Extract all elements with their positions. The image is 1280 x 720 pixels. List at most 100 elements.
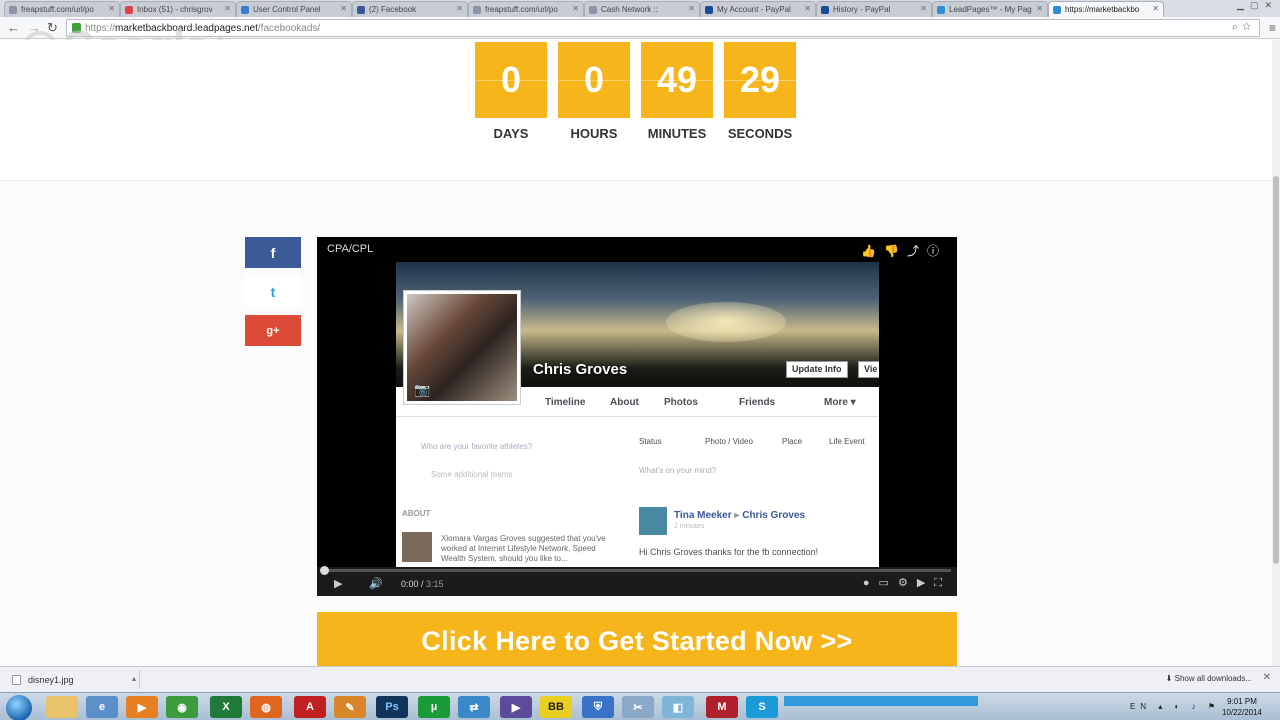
close-tab-icon[interactable]: ✕ xyxy=(1036,4,1043,13)
tools-icon[interactable]: ✂ xyxy=(622,696,654,718)
best-buy-icon[interactable]: BB xyxy=(540,696,572,718)
back-arrow-icon[interactable]: ← xyxy=(7,20,20,36)
scrollbar-thumb[interactable] xyxy=(1273,176,1279,564)
play-icon[interactable]: ▶ xyxy=(334,577,342,590)
tab-label: User Control Panel xyxy=(253,5,321,14)
firefox-icon[interactable]: ◍ xyxy=(250,696,282,718)
browser-tab[interactable]: My Account - PayPal ✕ xyxy=(700,1,816,17)
cover-sun-glow xyxy=(666,302,786,342)
video-progress-bar[interactable] xyxy=(320,566,951,575)
countdown-timer: 0 DAYS 0 HOURS 49 MINUTES 29 SECONDS xyxy=(475,42,797,142)
media-player-icon[interactable]: ▶ xyxy=(126,696,158,718)
leadpages-icon xyxy=(1053,6,1061,14)
settings-gear-icon[interactable]: ⚙ xyxy=(898,577,917,589)
close-tab-icon[interactable]: ✕ xyxy=(108,4,115,13)
tab-label: Inbox (51) - chrisgrov xyxy=(137,5,213,14)
skype-icon[interactable]: S xyxy=(746,696,778,718)
folder-icon[interactable] xyxy=(46,696,78,718)
hamburger-menu-icon[interactable]: ≡ xyxy=(1269,21,1276,35)
thumbs-down-icon[interactable]: 👎 xyxy=(884,244,907,258)
paint-icon[interactable]: ✎ xyxy=(334,696,366,718)
acrobat-icon[interactable]: A xyxy=(294,696,326,718)
chevron-up-icon[interactable]: ▴ xyxy=(132,674,136,683)
browser-tab-active[interactable]: https://marketbackbo ✕ xyxy=(1048,1,1164,17)
close-tab-icon[interactable]: ✕ xyxy=(224,4,231,13)
window-controls[interactable]: ▁▢✕ xyxy=(1237,0,1278,11)
utorrent-icon[interactable]: µ xyxy=(418,696,450,718)
progress-scrubber[interactable] xyxy=(320,566,329,575)
countdown-minutes-label: MINUTES xyxy=(647,126,707,141)
system-clock[interactable]: 9:01 PM 10/22/2014 xyxy=(1222,696,1262,718)
volume-icon[interactable]: 🔊 xyxy=(369,577,383,590)
address-bar[interactable]: https://marketbackboard.leadpages.net/fa… xyxy=(66,19,1260,37)
close-tab-icon[interactable]: ✕ xyxy=(456,4,463,13)
info-icon[interactable]: ⓘ xyxy=(927,244,947,258)
nav-more: More ▾ xyxy=(824,397,856,408)
post-target: Chris Groves xyxy=(742,510,806,521)
post-author: Tina Meeker xyxy=(674,510,732,521)
countdown-seconds-label: SECONDS xyxy=(727,126,793,141)
twitter-share-button[interactable]: t xyxy=(245,276,301,307)
download-bar: disney1.jpg ▴ ⬇ Show all downloads... ✕ xyxy=(0,666,1280,692)
annotations-icon[interactable]: ● xyxy=(863,577,879,589)
twitter-icon: t xyxy=(270,283,276,300)
browser-tab[interactable]: freapstuff.com/url/po ✕ xyxy=(468,1,584,17)
get-started-button[interactable]: Click Here to Get Started Now >> xyxy=(317,612,957,666)
close-tab-icon[interactable]: ✕ xyxy=(804,4,811,13)
omnibox-icons: ⌕☆ xyxy=(1232,21,1255,34)
browser-tab[interactable]: Cash Network :: ✕ xyxy=(584,1,700,17)
close-tab-icon[interactable]: ✕ xyxy=(688,4,695,13)
close-tab-icon[interactable]: ✕ xyxy=(340,4,347,13)
language-indicator[interactable]: EN xyxy=(1130,702,1151,711)
tab-label: freapstuff.com/url/po xyxy=(485,5,558,14)
tab-label: https://marketbackbo xyxy=(1065,5,1140,14)
browser-tab[interactable]: Inbox (51) - chrisgrov ✕ xyxy=(120,1,236,17)
close-download-bar-icon[interactable]: ✕ xyxy=(1263,672,1271,683)
video-right-controls: ●▭⚙▶⛶ xyxy=(863,576,951,590)
close-tab-icon[interactable]: ✕ xyxy=(1152,4,1159,13)
nav-friends: Friends xyxy=(739,397,776,408)
fullscreen-icon[interactable]: ⛶ xyxy=(934,577,951,589)
app-icon[interactable]: ◧ xyxy=(662,696,694,718)
browser-tab[interactable]: (2) Facebook ✕ xyxy=(352,1,468,17)
photoshop-icon[interactable]: Ps xyxy=(376,696,408,718)
action-photo-video: Photo / Video xyxy=(705,437,753,446)
about-heading: ABOUT xyxy=(402,509,431,518)
visual-studio-icon[interactable]: ▶ xyxy=(500,696,532,718)
thumbs-up-icon[interactable]: 👍 xyxy=(861,244,884,258)
browser-tab[interactable]: freapstuff.com/url/po ✕ xyxy=(4,1,120,17)
show-all-downloads-link[interactable]: ⬇ Show all downloads... xyxy=(1166,674,1252,683)
start-button[interactable] xyxy=(6,695,32,720)
youtube-logo-icon[interactable]: ▶ xyxy=(917,577,934,589)
chrome-icon[interactable]: ◉ xyxy=(166,696,198,718)
video-title[interactable]: CPA/CPL xyxy=(327,243,373,255)
windows-taskbar: e ▶ ◉ X ◍ A ✎ Ps µ ⇄ ▶ BB ⛨ ✂ ◧ M S EN ▴… xyxy=(0,692,1280,720)
mcafee-icon[interactable]: M xyxy=(706,696,738,718)
facebook-share-button[interactable]: f xyxy=(245,237,301,268)
countdown-days-label: DAYS xyxy=(493,126,529,141)
tray-icons[interactable]: ▴ ◐ ♪ ⚑ xyxy=(1158,702,1220,711)
download-item[interactable]: disney1.jpg ▴ xyxy=(4,670,140,689)
star-icon[interactable]: ☆ xyxy=(1242,21,1255,33)
clock-date: 10/22/2014 xyxy=(1221,708,1262,717)
sports-question: Who are your favorite athletes? xyxy=(421,442,533,451)
close-tab-icon[interactable]: ✕ xyxy=(572,4,579,13)
composer-placeholder: What's on your mind? xyxy=(639,466,717,475)
captions-icon[interactable]: ▭ xyxy=(879,577,898,589)
action-status: Status xyxy=(639,437,662,446)
paypal-icon xyxy=(821,6,829,14)
googleplus-share-button[interactable]: g+ xyxy=(245,315,301,346)
explorer-icon[interactable]: e xyxy=(86,696,118,718)
share-icon[interactable]: ⤴ xyxy=(907,244,927,258)
page-scrollbar[interactable] xyxy=(1272,40,1280,666)
browser-tab[interactable]: User Control Panel ✕ xyxy=(236,1,352,17)
close-tab-icon[interactable]: ✕ xyxy=(920,4,927,13)
network-icon[interactable]: ⇄ xyxy=(458,696,490,718)
browser-tab[interactable]: History - PayPal ✕ xyxy=(816,1,932,17)
excel-icon[interactable]: X xyxy=(210,696,242,718)
browser-tab[interactable]: LeadPages™ - My Pag ✕ xyxy=(932,1,1048,17)
search-icon[interactable]: ⌕ xyxy=(1232,21,1242,33)
security-shield-icon[interactable]: ⛨ xyxy=(582,696,614,718)
suggestion-avatar xyxy=(402,532,432,562)
video-player[interactable]: CPA/CPL 👍👎⤴ⓘ 📷 Chris Groves Update Info … xyxy=(317,237,957,596)
